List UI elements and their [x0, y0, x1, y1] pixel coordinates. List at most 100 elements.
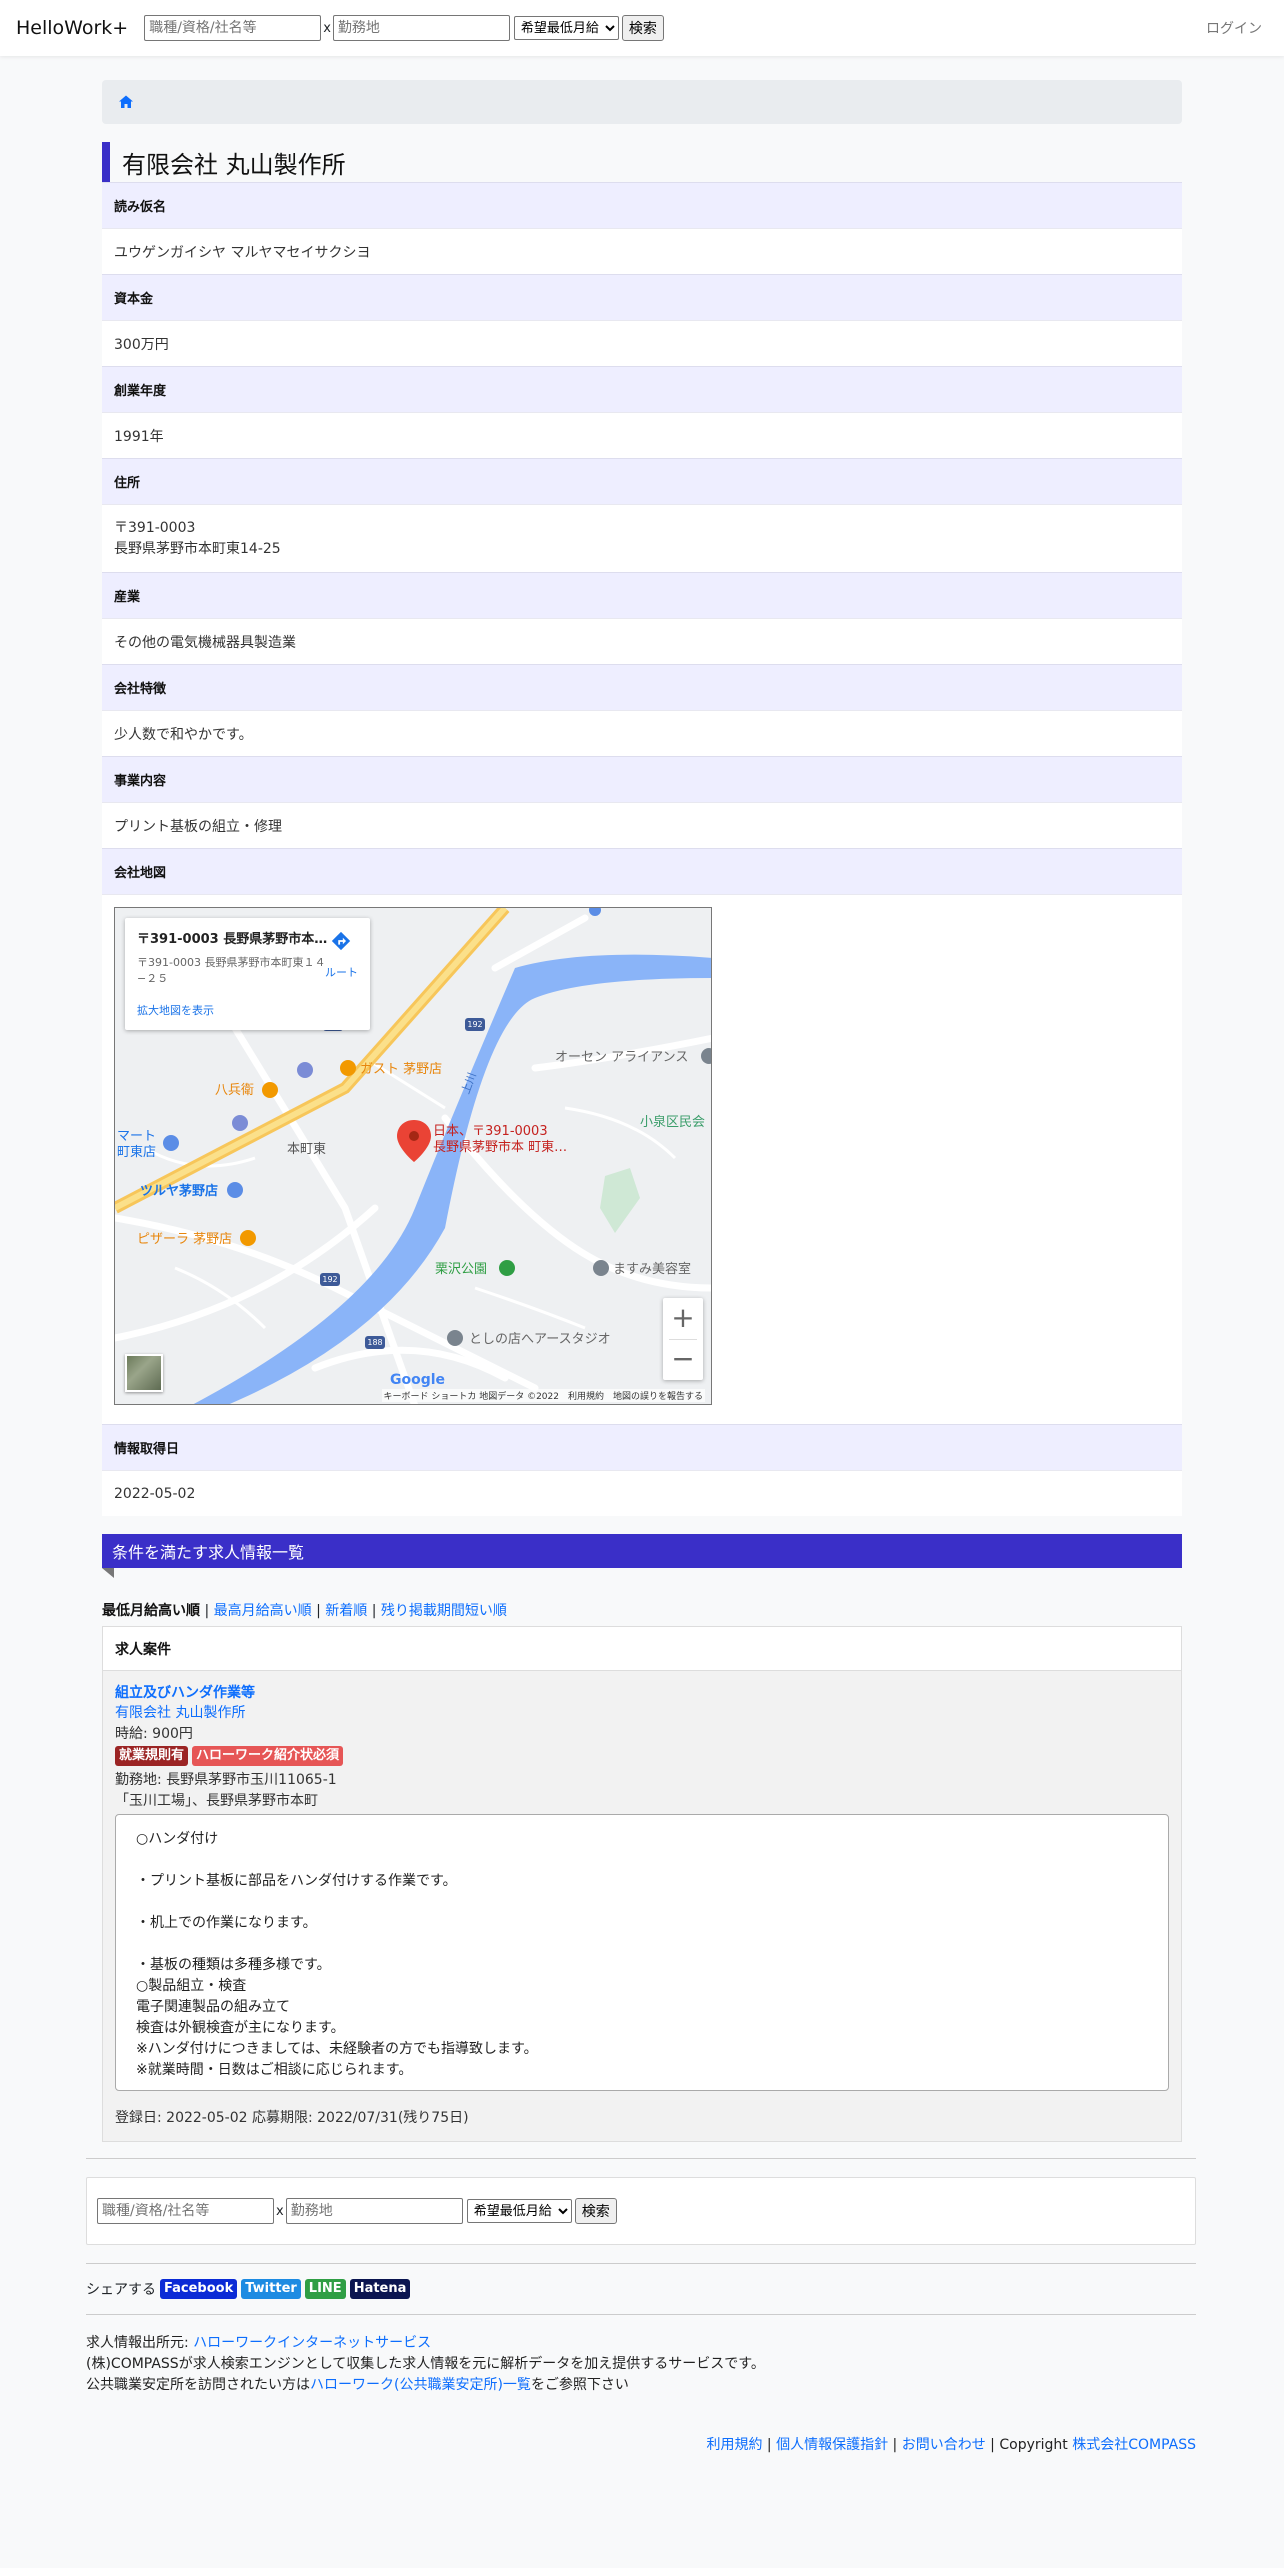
top-navbar: HelloWork+ x 希望最低月給 検索 ログイン [0, 0, 1284, 56]
google-logo-text: Google [390, 1372, 446, 1388]
list-item: 組立及びハンダ作業等 有限会社 丸山製作所 時給: 900円 就業規則有 ハロー… [103, 1671, 1181, 2141]
map-card-address: 〒391-0003 長野県茅野市本町東１４−２５ [137, 956, 326, 985]
credits: 求人情報出所元: ハローワークインターネットサービス (株)COMPASSが求人… [86, 2333, 1196, 2396]
share-hatena-button[interactable]: Hatena [349, 2279, 411, 2299]
map-place-pizza: ピザーラ 茅野店 [137, 1232, 232, 1247]
place-icon[interactable] [593, 1260, 609, 1276]
capital-label: 資本金 [102, 274, 1182, 320]
job-wage: 時給: 900円 [115, 1726, 193, 1742]
restaurant-icon[interactable] [340, 1060, 356, 1076]
map-place-mart2: 町東店 [117, 1144, 156, 1160]
directions-label[interactable]: ルート [325, 964, 358, 980]
zoom-out-button[interactable]: − [663, 1339, 703, 1380]
share-bar: シェアする Facebook Twitter LINE Hatena [86, 2264, 1196, 2314]
zoom-in-button[interactable]: + [663, 1298, 703, 1339]
place-icon[interactable] [447, 1330, 463, 1346]
sort-newest[interactable]: 新着順 [325, 1603, 367, 1619]
directions-icon[interactable] [330, 930, 352, 952]
founded-value: 1991年 [102, 412, 1182, 458]
shop-icon[interactable] [232, 1115, 248, 1131]
zoom-control: + − [663, 1298, 703, 1380]
jobs-card-header: 求人案件 [103, 1627, 1181, 1671]
business-label: 事業内容 [102, 756, 1182, 802]
job-dates: 登録日: 2022-05-02 応募期限: 2022/07/31(残り75日) [115, 2110, 469, 2126]
sort-remaining[interactable]: 残り掲載期間短い順 [381, 1603, 507, 1619]
privacy-link[interactable]: 個人情報保護指針 [776, 2437, 888, 2453]
sort-active: 最低月給高い順 [102, 1603, 200, 1619]
address-label: 住所 [102, 458, 1182, 504]
jobs-card: 求人案件 組立及びハンダ作業等 有限会社 丸山製作所 時給: 900円 就業規則… [102, 1626, 1182, 2142]
map-place-hachibei: 八兵衛 [215, 1083, 254, 1098]
company-map[interactable]: 192 192 192 188 [114, 907, 712, 1405]
job-keyword-input[interactable] [144, 15, 322, 41]
store-icon[interactable] [227, 1182, 243, 1198]
login-link[interactable]: ログイン [1206, 18, 1262, 38]
footer-location-input[interactable] [285, 2198, 463, 2224]
hellowork-source-link[interactable]: ハローワークインターネットサービス [193, 2335, 431, 2351]
shop-icon[interactable] [297, 1062, 313, 1078]
company-title: 有限会社 丸山製作所 [102, 142, 1182, 182]
map-attribution[interactable]: キーボード ショートカ 地図データ ©2022 利用規約 地図の誤りを報告する [381, 1389, 705, 1402]
kana-value: ユウゲンガイシヤ マルヤマセイサクシヨ [102, 228, 1182, 274]
job-location: 勤務地: 長野県茅野市玉川11065-1 [115, 1772, 337, 1788]
status-badge: 就業規則有 [115, 1746, 189, 1766]
map-section: 192 192 192 188 [102, 894, 1182, 1424]
company-link[interactable]: 株式会社COMPASS [1072, 2437, 1196, 2453]
route-badge-3: 192 [322, 1275, 337, 1284]
store-icon[interactable] [163, 1135, 179, 1151]
divider [86, 2158, 1196, 2159]
divider [86, 2314, 1196, 2315]
share-label: シェアする [86, 2282, 156, 2298]
search-separator: x [276, 2203, 284, 2219]
map-place-toshino: としの店へアースタジオ [469, 1332, 611, 1347]
park-icon[interactable] [499, 1260, 515, 1276]
restaurant-icon[interactable] [262, 1082, 278, 1098]
map-pin-label-1: 日本、〒391-0003 [433, 1124, 548, 1139]
footer-salary-select[interactable]: 希望最低月給 [466, 2199, 572, 2223]
route-badge-4: 188 [367, 1338, 382, 1347]
map-place-mart: マート [117, 1129, 156, 1144]
map-card-title: 〒391-0003 長野県茅野市本町... [137, 932, 337, 947]
footer-search: x 希望最低月給 検索 [86, 2177, 1196, 2245]
address-value: 〒391-0003 長野県茅野市本町東14-25 [102, 504, 1182, 572]
share-twitter-button[interactable]: Twitter [241, 2279, 301, 2299]
search-button[interactable]: 検索 [621, 15, 664, 41]
map-pin-label-2: 長野県茅野市本 町東… [433, 1139, 567, 1155]
industry-label: 産業 [102, 572, 1182, 618]
brand-logo[interactable]: HelloWork+ [16, 17, 128, 39]
terms-link[interactable]: 利用規約 [706, 2437, 762, 2453]
feature-value: 少人数で和やかです。 [102, 710, 1182, 756]
job-location-detail: 「玉川工場」、長野県茅野市本町 [115, 1793, 318, 1809]
retrieved-label: 情報取得日 [102, 1424, 1182, 1470]
map-place-masumi: ますみ美容室 [613, 1261, 691, 1277]
retrieved-value: 2022-05-02 [102, 1470, 1182, 1516]
footer: x 希望最低月給 検索 シェアする Facebook Twitter LINE … [86, 2158, 1196, 2453]
footer-job-keyword-input[interactable] [97, 2198, 274, 2224]
footer-search-button[interactable]: 検索 [574, 2198, 617, 2224]
footer-links: 利用規約 | 個人情報保護指針 | お問い合わせ | Copyright 株式会… [706, 2437, 1196, 2453]
contact-link[interactable]: お問い合わせ [902, 2437, 986, 2453]
header-fold-decoration [102, 1568, 114, 1578]
job-title-link[interactable]: 組立及びハンダ作業等 [115, 1683, 1169, 1703]
map-place-honmachi: 本町東 [287, 1141, 326, 1157]
share-facebook-button[interactable]: Facebook [160, 2279, 238, 2299]
location-input[interactable] [332, 15, 510, 41]
sort-max-salary[interactable]: 最高月給高い順 [214, 1603, 312, 1619]
route-badge-1: 192 [467, 1020, 482, 1029]
home-icon[interactable] [118, 94, 134, 110]
breadcrumb [102, 80, 1182, 124]
founded-label: 創業年度 [102, 366, 1182, 412]
business-value: プリント基板の組立・修理 [102, 802, 1182, 848]
share-line-button[interactable]: LINE [304, 2279, 346, 2299]
view-larger-map-link[interactable]: 拡大地図を表示 [137, 1002, 214, 1018]
map-place-kurisawa: 栗沢公園 [435, 1262, 487, 1277]
search-separator: x [323, 20, 331, 36]
feature-label: 会社特徴 [102, 664, 1182, 710]
salary-select[interactable]: 希望最低月給 [513, 16, 619, 40]
satellite-toggle-icon[interactable] [125, 1354, 163, 1392]
map-place-osen: オーセン アライアンス [555, 1050, 688, 1065]
restaurant-icon[interactable] [240, 1230, 256, 1246]
status-badge: ハローワーク紹介状必須 [192, 1746, 344, 1766]
hellowork-offices-link[interactable]: ハローワーク(公共職業安定所)一覧 [310, 2377, 531, 2393]
job-company-link[interactable]: 有限会社 丸山製作所 [115, 1703, 1169, 1724]
